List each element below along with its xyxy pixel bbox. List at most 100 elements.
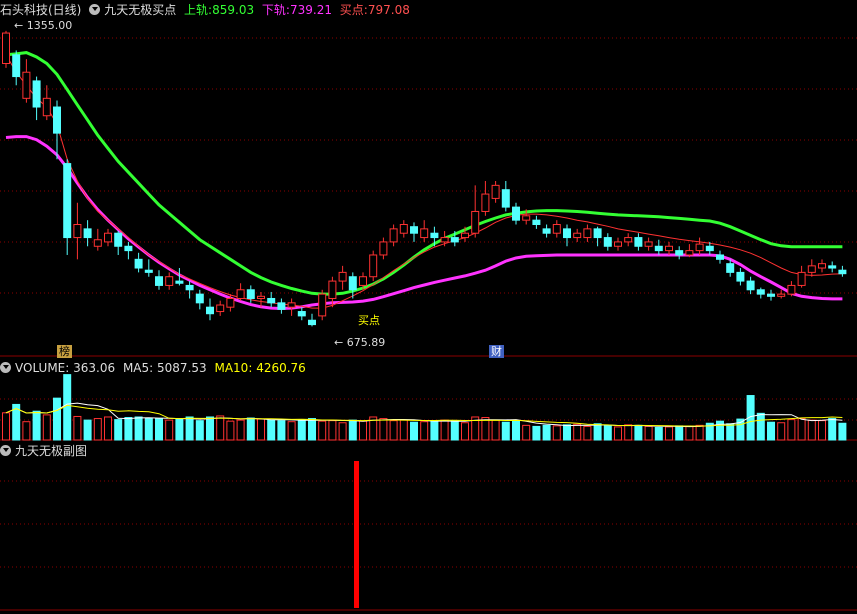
candle-body <box>195 293 204 304</box>
volume-bar <box>348 419 357 441</box>
volume-bar <box>185 416 194 441</box>
candle-body <box>440 237 449 243</box>
candle-body <box>206 306 214 315</box>
candle-body <box>410 226 418 234</box>
candle-body <box>53 106 61 134</box>
volume-bar <box>726 423 735 441</box>
candle-body <box>481 193 490 212</box>
volume-bar <box>583 425 592 441</box>
candle-body <box>114 232 123 247</box>
volume-bar <box>32 410 41 441</box>
candle-body <box>746 280 755 291</box>
volume-bar <box>787 419 796 441</box>
candle-body <box>501 189 510 208</box>
volume-bar <box>216 415 225 441</box>
candle-body <box>257 295 265 299</box>
low-price-value: 675.89 <box>346 336 386 349</box>
volume-bar <box>328 420 337 441</box>
candle-body <box>716 254 724 260</box>
volume-bar <box>461 422 469 441</box>
volume-bar <box>542 424 551 441</box>
volume-bar <box>450 420 459 441</box>
volume-bar <box>634 424 643 441</box>
volume-bar <box>104 416 112 441</box>
candle-body <box>267 297 276 304</box>
candle-body <box>216 304 225 313</box>
volume-bar <box>654 426 663 441</box>
candle-body <box>287 302 296 308</box>
volume-bar <box>22 421 31 441</box>
volume-bar <box>522 424 531 441</box>
volume-bar <box>797 418 806 441</box>
volume-bar <box>359 420 367 441</box>
candle-body <box>2 32 10 65</box>
candle-body <box>124 245 133 252</box>
candle-body <box>624 237 633 243</box>
candle-body <box>603 237 612 247</box>
candle-body <box>563 228 571 239</box>
volume-bar <box>399 419 408 441</box>
volume-bar <box>501 421 510 441</box>
volume-bar <box>83 419 92 441</box>
candlesticks <box>2 30 847 327</box>
candle-body <box>614 241 622 247</box>
candle-body <box>471 210 480 234</box>
volume-bar <box>246 417 255 441</box>
volume-bar <box>756 412 765 441</box>
tag-bang[interactable]: 榜 <box>57 345 72 358</box>
candle-body <box>756 289 765 295</box>
candle-body <box>736 271 745 282</box>
candle-body <box>73 224 82 239</box>
volume-bar <box>134 416 143 441</box>
candle-body <box>246 289 255 299</box>
candle-body <box>634 237 643 247</box>
volume-bar <box>155 418 163 441</box>
volume-bar <box>624 424 633 441</box>
candle-body <box>297 311 306 317</box>
candle-body <box>532 219 541 226</box>
candle-body <box>359 276 367 286</box>
volume-bar <box>267 419 276 441</box>
volume-bar <box>236 419 245 441</box>
volume-bar <box>828 418 837 441</box>
candle-body <box>318 293 327 317</box>
candle-body <box>807 265 816 273</box>
volume-bar <box>420 421 429 441</box>
candle-body <box>777 293 786 297</box>
high-price-value: 1355.00 <box>26 19 73 32</box>
signal-bar <box>354 461 359 608</box>
volume-bar <box>430 420 439 441</box>
candle-body <box>348 276 357 291</box>
candle-body <box>818 263 826 269</box>
volume-bar <box>165 419 174 441</box>
candle-body <box>32 80 41 108</box>
candle-body <box>644 241 653 247</box>
candle-body <box>705 245 714 252</box>
volume-bar <box>563 424 571 441</box>
volume-bar <box>226 420 235 441</box>
volume-bar <box>297 419 306 441</box>
low-price-label: ← 675.89 <box>334 336 386 349</box>
volume-bar <box>338 422 347 441</box>
volume-bar <box>308 418 316 441</box>
tag-cai[interactable]: 财 <box>489 345 504 358</box>
volume-bar <box>318 420 327 441</box>
candle-body <box>583 228 592 239</box>
candle-body <box>155 276 163 286</box>
kline-chart[interactable] <box>0 0 857 614</box>
volume-bar <box>573 423 582 441</box>
candle-body <box>22 71 31 99</box>
volume-bar <box>93 418 102 441</box>
candle-body <box>726 263 735 273</box>
candle-body <box>654 245 663 252</box>
candle-body <box>104 232 112 243</box>
candle-body <box>512 206 520 221</box>
candle-body <box>573 232 582 239</box>
volume-bar <box>114 419 123 441</box>
volume-bar <box>195 420 204 441</box>
candle-body <box>12 54 21 78</box>
candle-body <box>165 276 174 286</box>
candle-body <box>593 228 602 239</box>
volume-bar <box>491 419 500 441</box>
candle-body <box>175 280 184 284</box>
